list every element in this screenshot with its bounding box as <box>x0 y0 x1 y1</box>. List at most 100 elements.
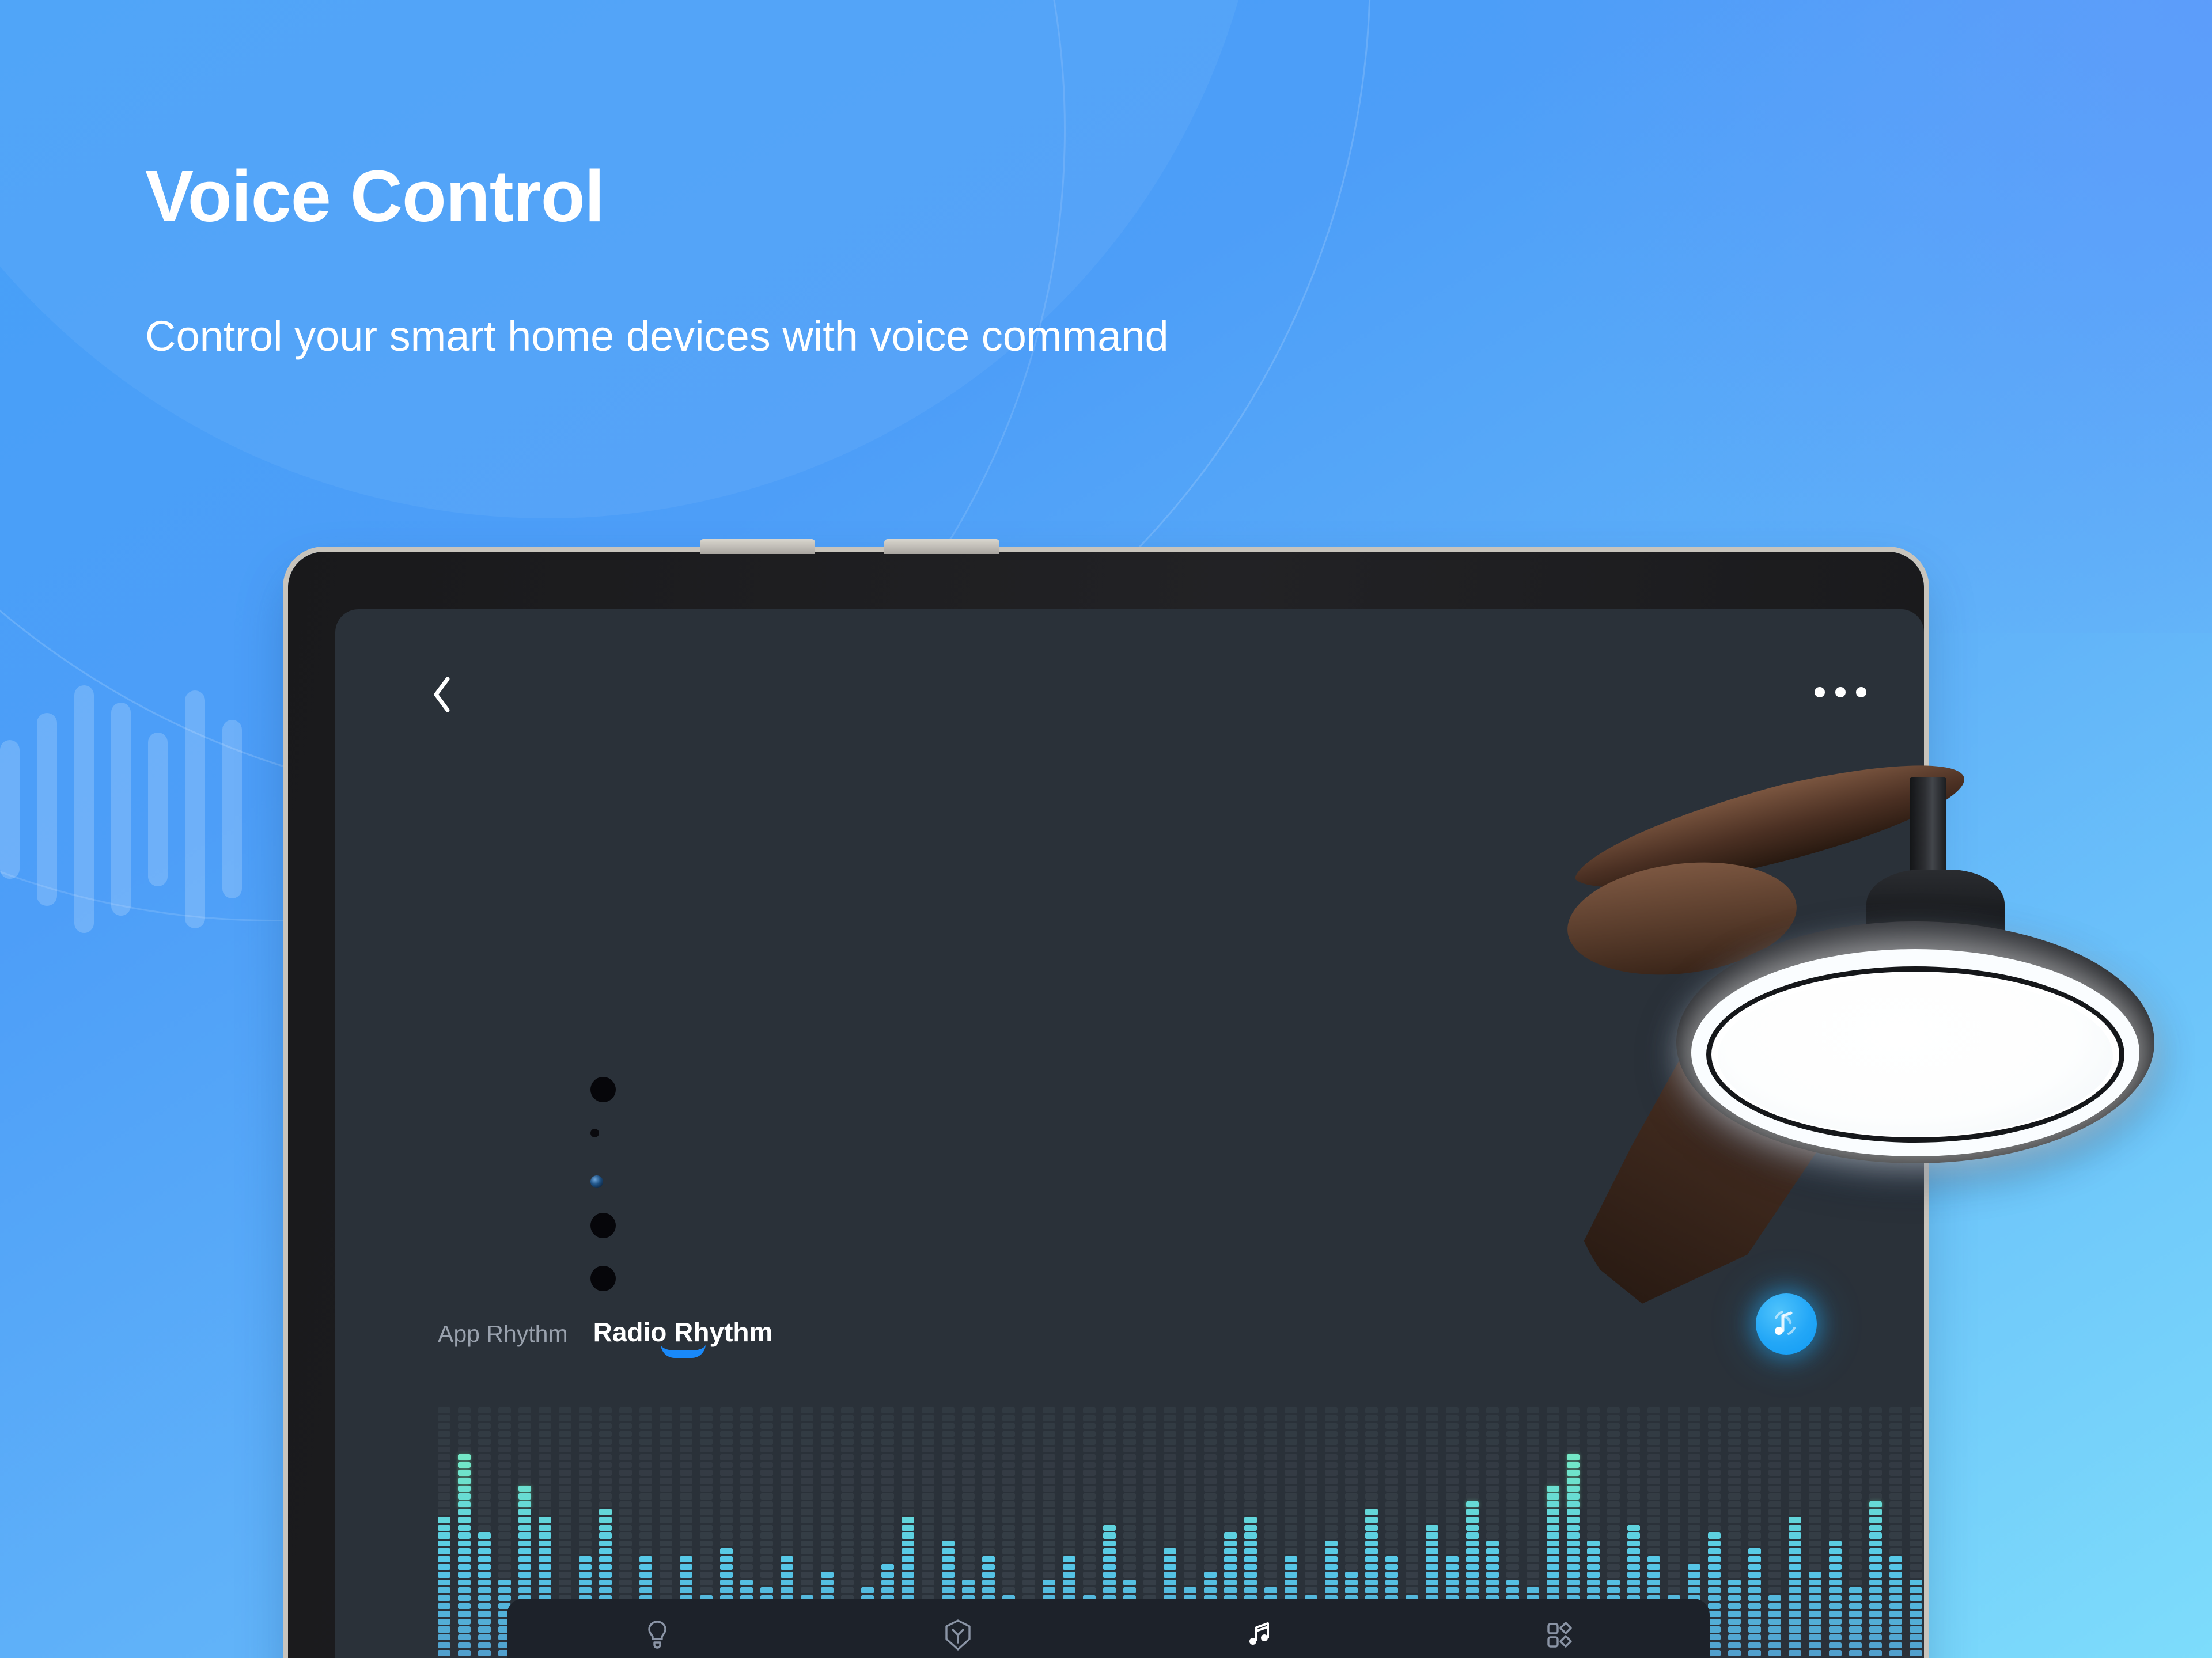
spectrum-segment-dim <box>1607 1524 1620 1531</box>
spectrum-segment-dim <box>801 1587 813 1593</box>
spectrum-segment-dim <box>1728 1572 1741 1578</box>
spectrum-segment-dim <box>1607 1501 1620 1508</box>
spectrum-segment-dim <box>902 1485 914 1492</box>
spectrum-segment-dim <box>1688 1439 1700 1445</box>
spectrum-segment-lit <box>1345 1572 1358 1578</box>
spectrum-segment-dim <box>1385 1478 1398 1484</box>
spectrum-segment-dim <box>1406 1556 1418 1562</box>
spectrum-segment-dim <box>1406 1431 1418 1437</box>
nav-item-mode[interactable]: Mode <box>808 1599 1108 1658</box>
spectrum-segment-dim <box>1345 1548 1358 1554</box>
spectrum-segment-dim <box>1345 1509 1358 1515</box>
spectrum-segment-lit <box>438 1532 450 1539</box>
spectrum-segment-dim <box>1748 1422 1761 1429</box>
spectrum-segment-dim <box>1567 1422 1580 1429</box>
spectrum-segment-lit <box>902 1587 914 1593</box>
spectrum-segment-dim <box>740 1517 753 1523</box>
spectrum-segment-lit <box>1547 1556 1559 1562</box>
spectrum-segment-dim <box>1869 1422 1882 1429</box>
spectrum-segment-lit <box>458 1462 471 1469</box>
spectrum-segment-dim <box>518 1470 531 1476</box>
spectrum-segment-dim <box>1869 1462 1882 1469</box>
spectrum-segment-dim <box>740 1485 753 1492</box>
spectrum-segment-lit <box>1627 1524 1640 1531</box>
spectrum-segment-dim <box>1143 1431 1156 1437</box>
spectrum-segment-lit <box>982 1572 995 1578</box>
spectrum-segment-dim <box>760 1540 773 1547</box>
spectrum-segment-dim <box>720 1439 733 1445</box>
spectrum-segment-dim <box>1305 1579 1317 1586</box>
tab-radio-rhythm[interactable]: Radio Rhythm <box>593 1316 772 1358</box>
spectrum-segment-dim <box>1668 1485 1680 1492</box>
spectrum-segment-dim <box>1264 1556 1277 1562</box>
spectrum-segment-dim <box>1385 1532 1398 1539</box>
spectrum-segment-lit <box>1748 1548 1761 1554</box>
spectrum-segment-dim <box>1688 1470 1700 1476</box>
spectrum-segment-dim <box>720 1524 733 1531</box>
nav-item-light[interactable]: Light <box>507 1599 808 1658</box>
spectrum-segment-dim <box>1910 1517 1922 1523</box>
spectrum-segment-lit <box>1446 1587 1459 1593</box>
spectrum-segment-lit <box>1426 1587 1438 1593</box>
spectrum-segment-dim <box>740 1532 753 1539</box>
spectrum-segment-dim <box>498 1415 511 1421</box>
spectrum-segment-lit <box>1224 1540 1237 1547</box>
nav-item-rhythm[interactable]: Rhythm <box>1108 1599 1409 1658</box>
spectrum-segment-lit <box>1466 1532 1479 1539</box>
spectrum-segment-lit <box>1345 1579 1358 1586</box>
spectrum-segment-dim <box>861 1579 874 1586</box>
spectrum-segment-dim <box>1849 1422 1862 1429</box>
back-button[interactable] <box>425 677 459 712</box>
spectrum-segment-dim <box>1063 1540 1075 1547</box>
spectrum-segment-dim <box>559 1454 571 1460</box>
ellipsis-icon-dot-1 <box>1815 687 1825 697</box>
radio-music-button[interactable] <box>1756 1293 1817 1355</box>
spectrum-segment-dim <box>1385 1422 1398 1429</box>
spectrum-segment-dim <box>1889 1548 1902 1554</box>
spectrum-segment-dim <box>922 1470 934 1476</box>
spectrum-segment-dim <box>1547 1415 1559 1421</box>
spectrum-segment-lit <box>1627 1532 1640 1539</box>
spectrum-segment-dim <box>1809 1540 1821 1547</box>
spectrum-segment-dim <box>922 1524 934 1531</box>
spectrum-segment-dim <box>1527 1548 1539 1554</box>
spectrum-segment-dim <box>619 1439 632 1445</box>
spectrum-segment-dim <box>1547 1454 1559 1460</box>
spectrum-segment-dim <box>1809 1446 1821 1453</box>
spectrum-segment-dim <box>1123 1415 1136 1421</box>
spectrum-segment-dim <box>660 1524 672 1531</box>
spectrum-segment-dim <box>1022 1524 1035 1531</box>
spectrum-segment-dim <box>1022 1517 1035 1523</box>
nav-item-more[interactable]: More <box>1409 1599 1710 1658</box>
spectrum-segment-dim <box>1708 1501 1721 1508</box>
spectrum-segment-dim <box>1789 1439 1801 1445</box>
spectrum-segment-lit <box>1829 1595 1842 1602</box>
decorative-wave-bar <box>148 732 168 886</box>
spectrum-segment-dim <box>1043 1422 1055 1429</box>
spectrum-segment-dim <box>1244 1462 1257 1469</box>
spectrum-segment-dim <box>1285 1422 1297 1429</box>
spectrum-segment-dim <box>781 1493 793 1500</box>
spectrum-segment-dim <box>1768 1485 1781 1492</box>
spectrum-segment-dim <box>1607 1470 1620 1476</box>
spectrum-segment-dim <box>458 1407 471 1414</box>
spectrum-segment-dim <box>1345 1462 1358 1469</box>
spectrum-segment-lit <box>1748 1579 1761 1586</box>
spectrum-segment-dim <box>1547 1470 1559 1476</box>
spectrum-segment-dim <box>1889 1431 1902 1437</box>
spectrum-segment-lit <box>1728 1611 1741 1617</box>
spectrum-segment-dim <box>518 1431 531 1437</box>
spectrum-segment-dim <box>1486 1407 1499 1414</box>
spectrum-segment-lit <box>1567 1454 1580 1460</box>
spectrum-segment-dim <box>1910 1407 1922 1414</box>
spectrum-segment-dim <box>1264 1501 1277 1508</box>
spectrum-segment-lit <box>1103 1564 1116 1570</box>
spectrum-segment-dim <box>1849 1485 1862 1492</box>
spectrum-segment-lit <box>680 1579 692 1586</box>
spectrum-segment-lit <box>1204 1579 1217 1586</box>
spectrum-segment-dim <box>1527 1431 1539 1437</box>
tab-app-rhythm[interactable]: App Rhythm <box>438 1321 568 1357</box>
spectrum-segment-dim <box>700 1509 713 1515</box>
spectrum-segment-lit <box>1567 1540 1580 1547</box>
more-options-button[interactable] <box>1815 687 1866 697</box>
